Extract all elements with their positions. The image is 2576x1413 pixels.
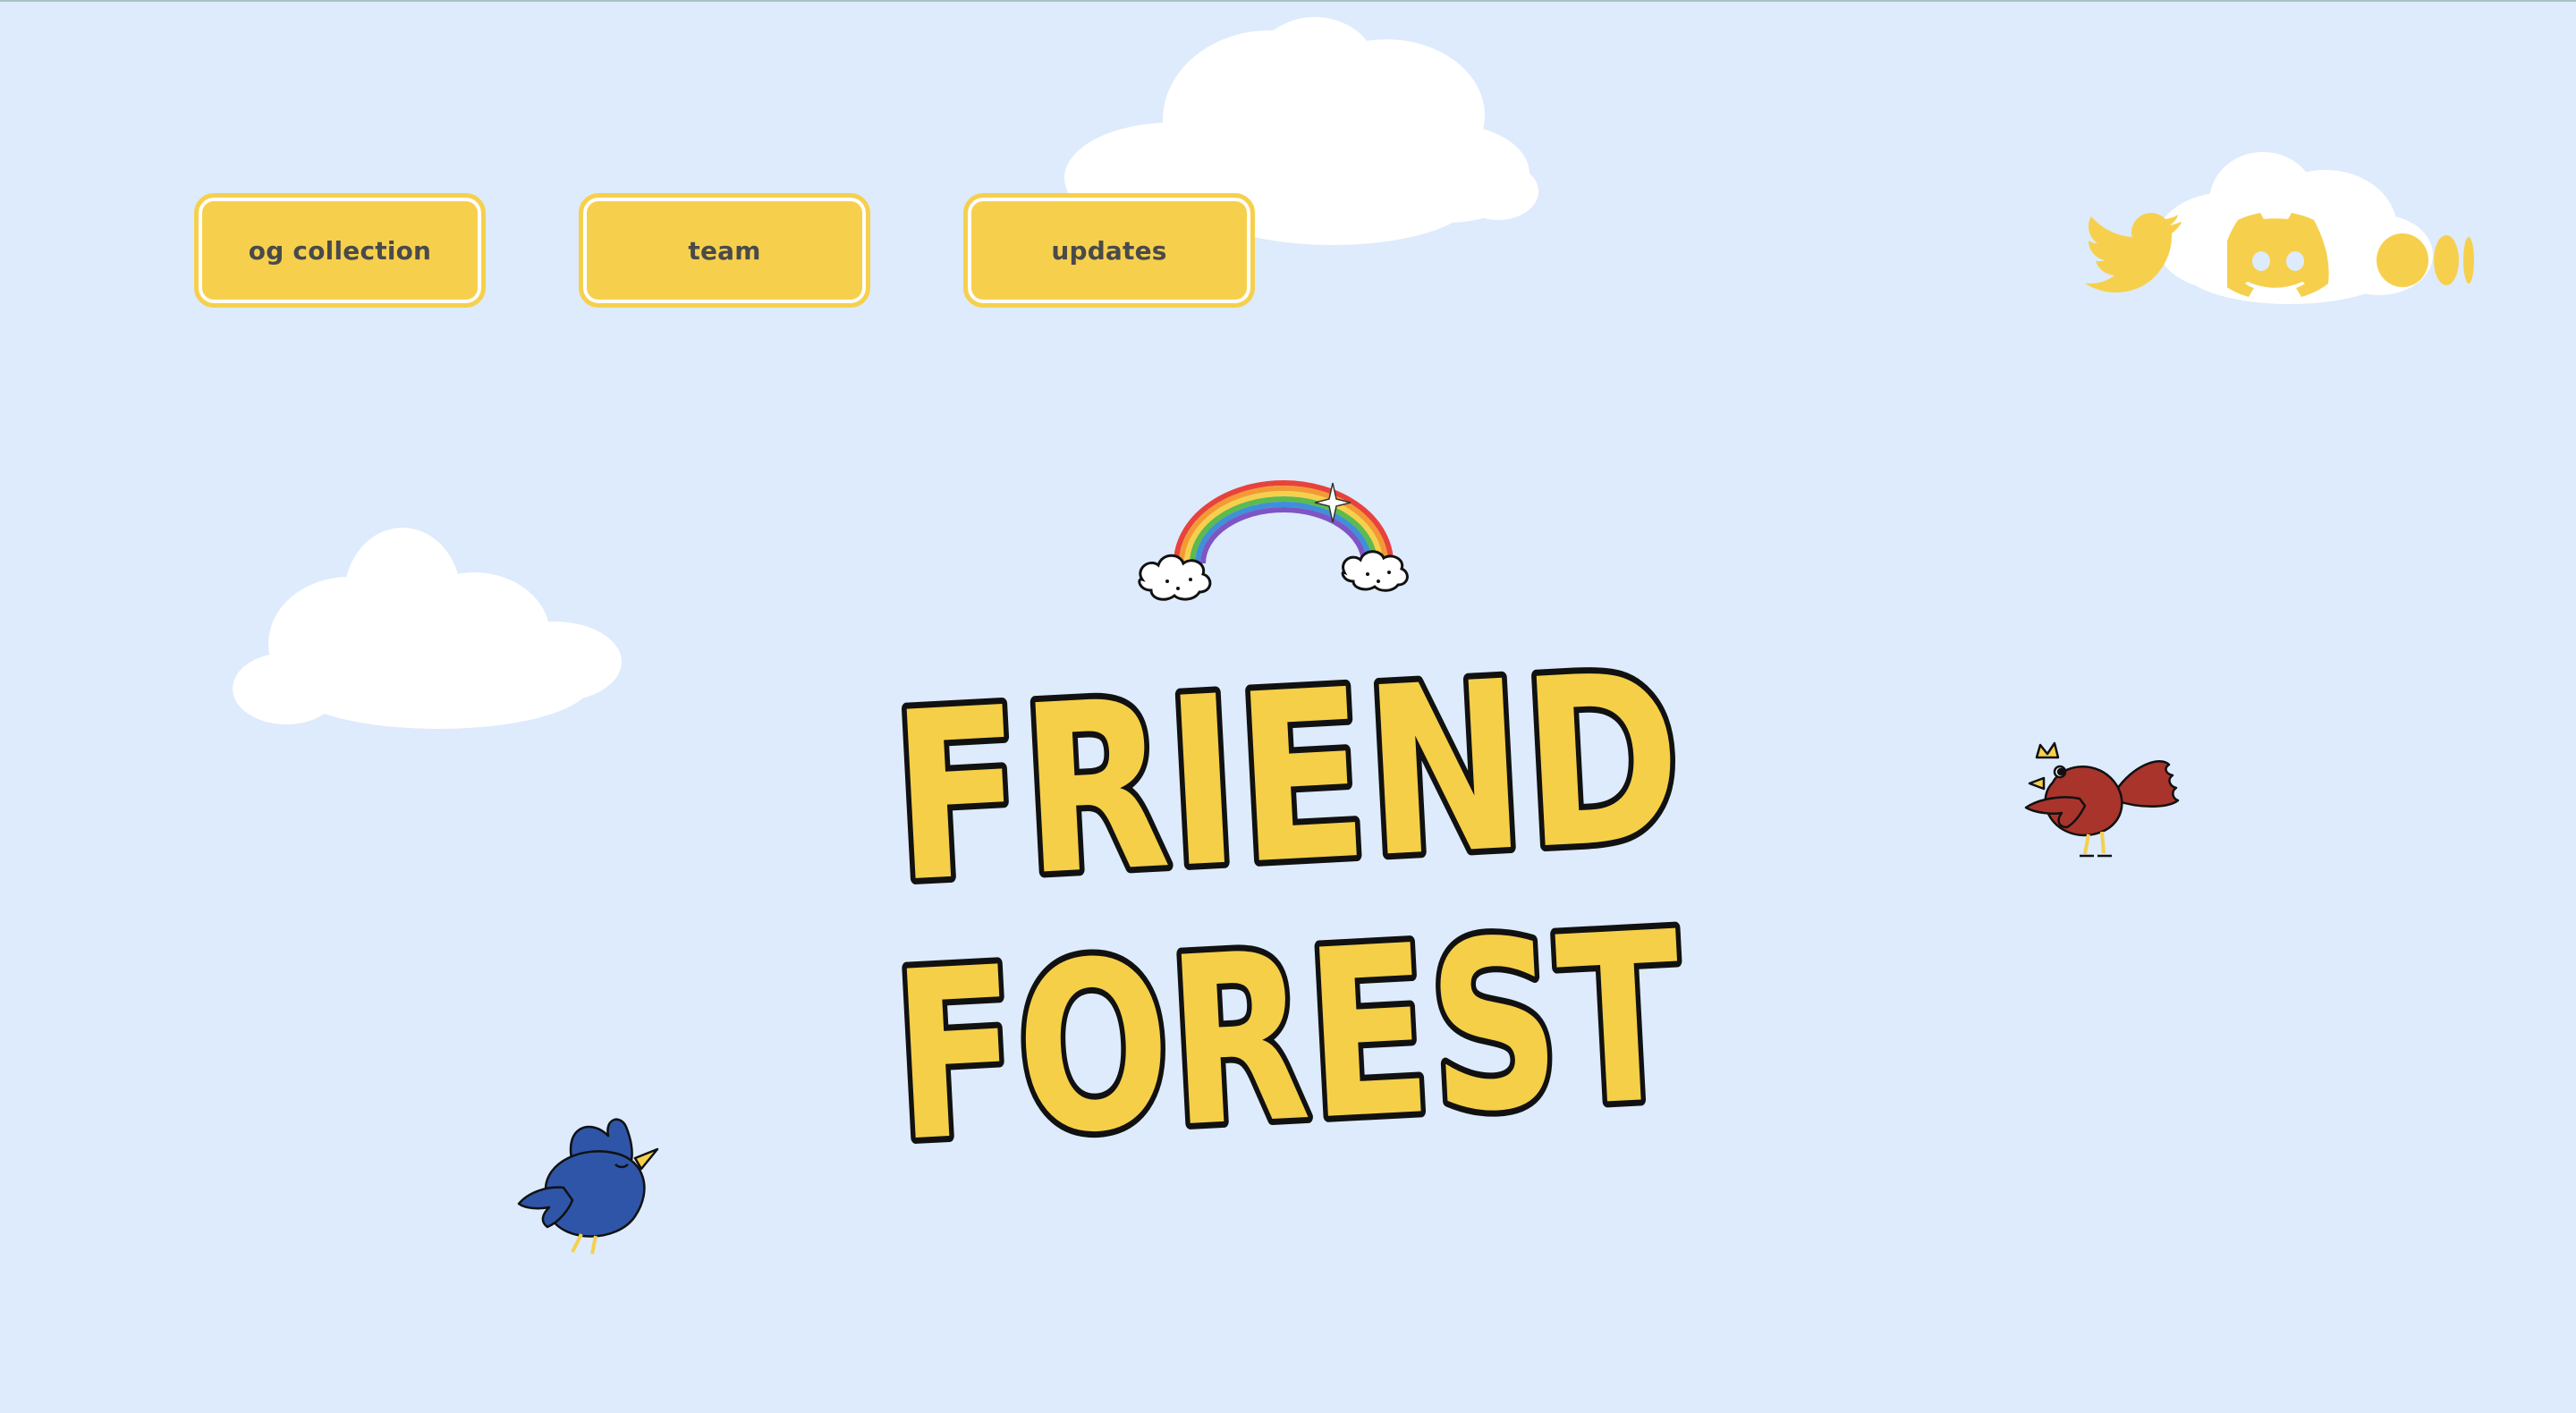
twitter-icon[interactable] [2084, 211, 2182, 300]
nav-team-button[interactable]: team [579, 193, 870, 308]
nav-og-collection-label: og collection [248, 235, 432, 266]
rainbow-icon [1138, 480, 1409, 601]
hero-title: FRIEND FOREST [881, 617, 1696, 1189]
blue-bird-icon [517, 1118, 659, 1255]
top-border [0, 0, 2576, 2]
nav-updates-button[interactable]: updates [963, 193, 1255, 308]
discord-icon[interactable] [2227, 211, 2330, 300]
nav-og-collection-button[interactable]: og collection [194, 193, 486, 308]
cloud-left [233, 528, 622, 729]
medium-icon[interactable] [2375, 211, 2478, 300]
hero-title-line2: FOREST [888, 883, 1690, 1189]
nav-team-label: team [688, 235, 761, 266]
nav-updates-label: updates [1051, 235, 1167, 266]
red-bird-icon [2024, 741, 2180, 858]
